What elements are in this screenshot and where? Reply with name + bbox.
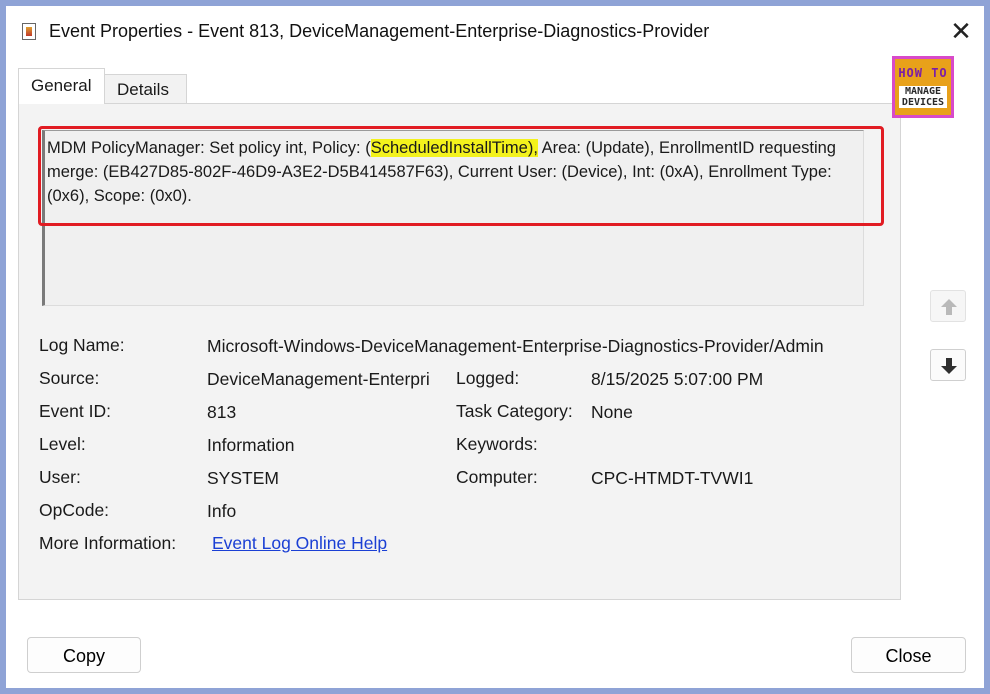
event-viewer-app-icon: [22, 23, 36, 40]
opcode-label: OpCode:: [39, 500, 110, 520]
close-icon[interactable]: ✕: [948, 18, 974, 44]
source-value[interactable]: DeviceManagement-Enterpri: [207, 369, 443, 390]
task-category-label: Task Category:: [456, 401, 573, 421]
log-name-value[interactable]: Microsoft-Windows-DeviceManagement-Enter…: [207, 336, 824, 357]
close-button[interactable]: Close: [851, 637, 966, 673]
logged-value[interactable]: 8/15/2025 5:07:00 PM: [591, 369, 763, 390]
level-value[interactable]: Information: [207, 435, 295, 456]
copy-button[interactable]: Copy: [27, 637, 141, 673]
task-category-value[interactable]: None: [591, 402, 633, 423]
logged-label: Logged:: [456, 368, 520, 388]
more-information-label: More Information:: [39, 533, 177, 553]
previous-event-button[interactable]: [930, 290, 966, 322]
level-label: Level:: [39, 434, 86, 454]
source-label: Source:: [39, 368, 100, 388]
event-id-value[interactable]: 813: [207, 402, 236, 423]
event-id-label: Event ID:: [39, 401, 111, 421]
arrow-up-icon: [941, 299, 957, 315]
opcode-value[interactable]: Info: [207, 501, 236, 522]
title-bar: Event Properties - Event 813, DeviceMana…: [6, 6, 984, 56]
event-log-online-help-link[interactable]: Event Log Online Help: [212, 533, 387, 554]
next-event-button[interactable]: [930, 349, 966, 381]
tab-details[interactable]: Details: [105, 74, 187, 104]
window-title: Event Properties - Event 813, DeviceMana…: [49, 21, 710, 41]
logo-line-1: HOW TO: [898, 66, 948, 80]
arrow-down-icon: [941, 358, 957, 374]
tab-general[interactable]: General: [18, 68, 105, 104]
user-value[interactable]: SYSTEM: [207, 468, 279, 489]
how-to-manage-devices-logo: HOW TO MANAGE DEVICES: [892, 56, 954, 118]
log-name-label: Log Name:: [39, 335, 125, 355]
user-label: User:: [39, 467, 81, 487]
computer-value[interactable]: CPC-HTMDT-TVWI1: [591, 468, 753, 489]
keywords-label: Keywords:: [456, 434, 538, 454]
computer-label: Computer:: [456, 467, 538, 487]
logo-line-3: DEVICES: [899, 97, 947, 108]
logo-line-2: MANAGE: [899, 86, 947, 97]
callout-highlight-box: [38, 126, 884, 226]
